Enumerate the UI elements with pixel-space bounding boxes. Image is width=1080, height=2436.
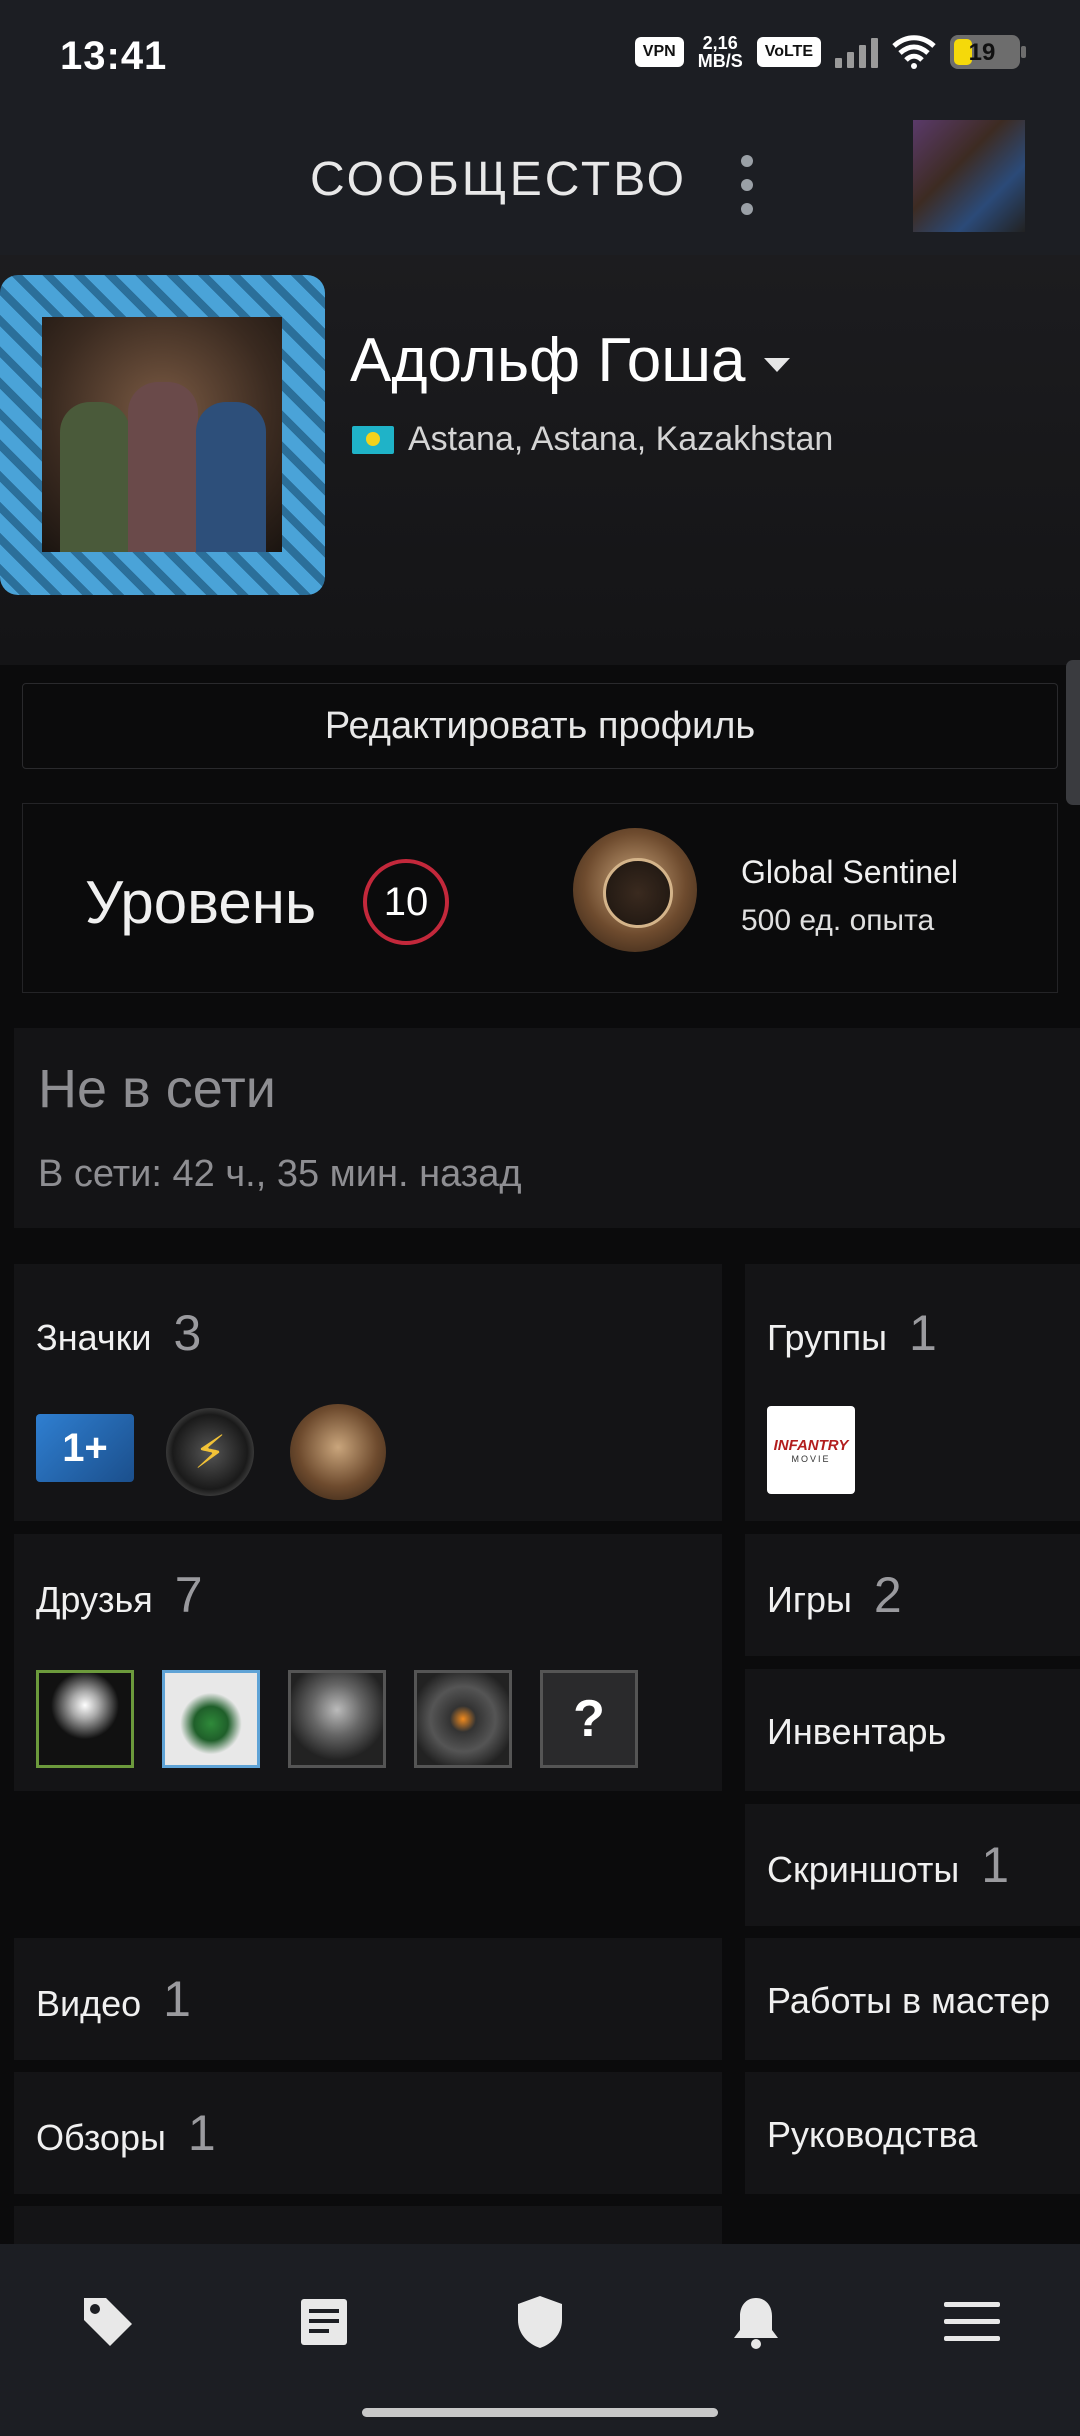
guides-tile[interactable]: Руководства xyxy=(745,2072,1080,2194)
wifi-icon xyxy=(892,35,936,69)
shield-icon[interactable] xyxy=(510,2292,570,2352)
friend-avatar-2[interactable] xyxy=(162,1670,260,1768)
vpn-icon: VPN xyxy=(634,37,684,67)
app-header: СООБЩЕСТВО xyxy=(0,115,1080,255)
partial-tile[interactable] xyxy=(14,2206,722,2244)
workshop-tile[interactable]: Работы в мастер xyxy=(745,1938,1080,2060)
profile-header: Адольф Гоша Astana, Astana, Kazakhstan xyxy=(0,255,1080,805)
screenshots-tile[interactable]: Скриншоты 1 xyxy=(745,1804,1080,1926)
global-sentinel-badge-icon xyxy=(573,828,697,952)
lightning-badge-icon: ⚡ xyxy=(166,1408,254,1496)
level-badge: 10 xyxy=(363,859,449,945)
store-tag-icon[interactable] xyxy=(78,2292,138,2352)
friend-avatar-3[interactable] xyxy=(288,1670,386,1768)
level-panel[interactable]: Уровень 10 Global Sentinel 500 ед. опыта xyxy=(22,803,1058,993)
bottom-navigation xyxy=(0,2244,1080,2436)
last-online: В сети: 42 ч., 35 мин. назад xyxy=(38,1153,522,1195)
profile-avatar xyxy=(0,275,325,595)
online-status-panel: Не в сети В сети: 42 ч., 35 мин. назад xyxy=(14,1028,1080,1228)
status-state: Не в сети xyxy=(38,1059,276,1119)
scroll-handle[interactable] xyxy=(1066,660,1080,805)
home-indicator[interactable] xyxy=(362,2408,718,2417)
profile-name[interactable]: Адольф Гоша xyxy=(350,325,790,396)
group-logo[interactable]: INFANTRY MOVIE xyxy=(767,1406,855,1494)
kazakhstan-flag-icon xyxy=(352,425,394,454)
news-icon[interactable] xyxy=(294,2292,354,2352)
profile-location: Astana, Astana, Kazakhstan xyxy=(352,420,833,459)
friends-tile[interactable]: Друзья 7 ? xyxy=(14,1534,722,1791)
bell-icon[interactable] xyxy=(726,2292,786,2352)
battery-icon: 19 xyxy=(950,35,1026,69)
signal-icon xyxy=(835,36,878,68)
chevron-down-icon[interactable] xyxy=(763,357,790,372)
friend-avatar-unknown[interactable]: ? xyxy=(540,1670,638,1768)
inventory-tile[interactable]: Инвентарь xyxy=(745,1669,1080,1791)
games-tile[interactable]: Игры 2 xyxy=(745,1534,1080,1656)
badges-tile[interactable]: Значки 3 1+ ⚡ xyxy=(14,1264,722,1521)
reviews-tile[interactable]: Обзоры 1 xyxy=(14,2072,722,2194)
global-sentinel-badge-icon xyxy=(290,1404,386,1500)
status-bar: 13:41 VPN 2,16 MB/S VoLTE 19 xyxy=(0,0,1080,115)
featured-badge-name: Global Sentinel xyxy=(741,854,959,890)
groups-tile[interactable]: Группы 1 INFANTRY MOVIE xyxy=(745,1264,1080,1521)
edit-profile-button[interactable]: Редактировать профиль xyxy=(22,683,1058,769)
menu-icon[interactable] xyxy=(942,2292,1002,2352)
network-speed: 2,16 MB/S xyxy=(697,33,743,71)
page-title: СООБЩЕСТВО xyxy=(310,153,687,206)
more-options-icon[interactable] xyxy=(735,155,759,215)
friend-avatar-4[interactable] xyxy=(414,1670,512,1768)
friend-avatar-1[interactable] xyxy=(36,1670,134,1768)
videos-tile[interactable]: Видео 1 xyxy=(14,1938,722,2060)
clock: 13:41 xyxy=(60,34,168,78)
featured-badge-xp: 500 ед. опыта xyxy=(741,904,935,937)
one-plus-badge-icon: 1+ xyxy=(36,1414,134,1482)
level-label: Уровень xyxy=(85,869,317,936)
user-avatar[interactable] xyxy=(913,120,1025,232)
volte-icon: VoLTE xyxy=(756,37,821,67)
